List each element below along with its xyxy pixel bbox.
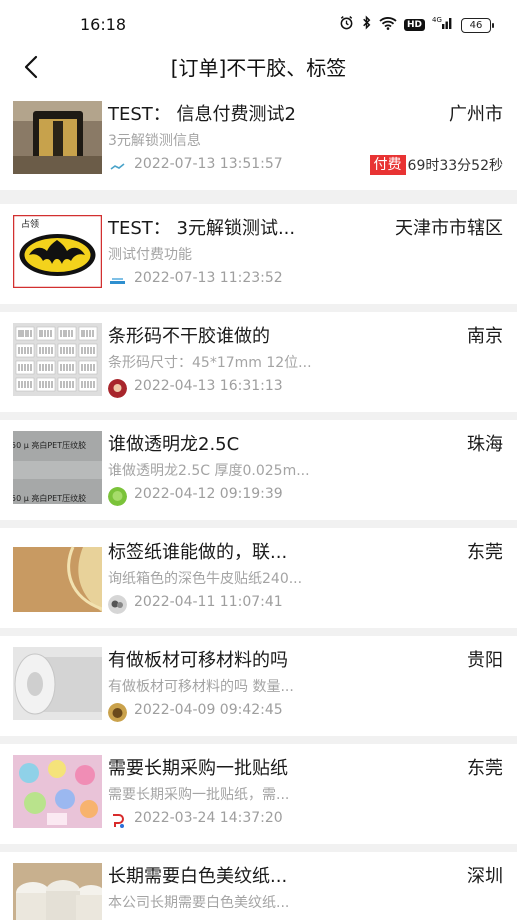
item-description: 谁做透明龙2.5C 厚度0.025m... xyxy=(108,463,310,479)
item-title: TEST： 3元解锁测试... xyxy=(108,218,296,239)
pay-countdown: 69时33分52秒 xyxy=(407,158,503,174)
thumbnail-label: 50 μ 亮白PET压纹胶 xyxy=(13,493,86,503)
pay-status: 付费 69时33分52秒 xyxy=(369,155,503,175)
item-title: 有做板材可移材料的吗 xyxy=(108,650,288,671)
item-title: 长期需要白色美纹纸... xyxy=(108,866,288,887)
item-date: 2022-03-24 14:37:20 xyxy=(134,810,283,826)
item-city: 贵阳 xyxy=(467,650,503,671)
list-item[interactable]: 标签纸谁能做的，联... 东莞 询纸箱色的深色牛皮贴纸240... 2022-0… xyxy=(0,528,517,628)
list-item[interactable]: 长期需要白色美纹纸... 深圳 本公司长期需要白色美纹纸... xyxy=(0,852,517,920)
item-date: 2022-07-13 11:23:52 xyxy=(134,270,283,286)
item-description: 有做板材可移材料的吗 数量... xyxy=(108,679,294,695)
battery-icon: 46 xyxy=(461,17,494,33)
svg-text:4G: 4G xyxy=(432,16,442,24)
signal-icon: 4G xyxy=(432,15,454,35)
thumbnail-label: 占领 xyxy=(21,218,39,230)
item-thumbnail xyxy=(13,863,102,920)
item-title: 需要长期采购一批贴纸 xyxy=(108,758,288,779)
item-title: 谁做透明龙2.5C xyxy=(108,434,240,455)
avatar xyxy=(108,379,127,398)
item-description: 需要长期采购一批贴纸，需... xyxy=(108,787,290,803)
item-description: 测试付费功能 xyxy=(108,247,192,263)
item-thumbnail xyxy=(13,323,102,396)
item-description: 本公司长期需要白色美纹纸... xyxy=(108,895,290,911)
item-date: 2022-04-11 11:07:41 xyxy=(134,594,283,610)
status-time: 16:18 xyxy=(80,15,127,34)
list-item[interactable]: 需要长期采购一批贴纸 东莞 需要长期采购一批贴纸，需... 2022-03-24… xyxy=(0,744,517,844)
list-item[interactable]: TEST： 信息付费测试2 广州市 3元解锁测信息 2022-07-13 13:… xyxy=(0,90,517,190)
item-city: 广州市 xyxy=(449,104,503,125)
item-thumbnail: 50 μ 亮白PET压纹胶 50 μ 亮白PET压纹胶 xyxy=(13,431,102,504)
item-city: 东莞 xyxy=(467,542,503,563)
page-title: [订单]不干胶、标签 xyxy=(170,56,347,80)
item-thumbnail xyxy=(13,647,102,720)
item-description: 条形码尺寸：45*17mm 12位... xyxy=(108,355,312,371)
alarm-icon xyxy=(339,15,354,35)
list-item[interactable]: 50 μ 亮白PET压纹胶 50 μ 亮白PET压纹胶 谁做透明龙2.5C 珠海… xyxy=(0,420,517,520)
item-title: TEST： 信息付费测试2 xyxy=(108,104,296,125)
item-thumbnail xyxy=(13,539,102,612)
item-thumbnail xyxy=(13,755,102,828)
avatar xyxy=(108,811,127,830)
list-item[interactable]: 占领 TEST： 3元解锁测试... 天津市市辖区 测试付费功能 2022-07… xyxy=(0,204,517,304)
thumbnail-label: 50 μ 亮白PET压纹胶 xyxy=(13,440,86,450)
item-thumbnail xyxy=(13,101,102,174)
item-thumbnail: 占领 xyxy=(13,215,102,288)
item-title: 条形码不干胶谁做的 xyxy=(108,326,270,347)
bluetooth-icon xyxy=(361,15,372,35)
item-city: 珠海 xyxy=(467,434,503,455)
item-title: 标签纸谁能做的，联... xyxy=(108,542,288,563)
item-city: 深圳 xyxy=(467,866,503,887)
item-description: 询纸箱色的深色牛皮贴纸240... xyxy=(108,571,303,587)
item-city: 南京 xyxy=(467,326,503,347)
list-item[interactable]: 条形码不干胶谁做的 南京 条形码尺寸：45*17mm 12位... 2022-0… xyxy=(0,312,517,412)
pay-badge: 付费 xyxy=(369,155,406,175)
status-bar: 16:18 HD 4G 46 xyxy=(0,0,517,44)
status-icons: HD 4G 46 xyxy=(339,15,494,35)
item-city: 天津市市辖区 xyxy=(395,218,503,239)
item-date: 2022-04-09 09:42:45 xyxy=(134,702,283,718)
nav-bar: [订单]不干胶、标签 xyxy=(0,44,517,90)
avatar xyxy=(108,595,127,614)
avatar xyxy=(108,487,127,506)
list-item[interactable]: 有做板材可移材料的吗 贵阳 有做板材可移材料的吗 数量... 2022-04-0… xyxy=(0,636,517,736)
item-date: 2022-07-13 13:51:57 xyxy=(134,156,283,172)
item-date: 2022-04-13 16:31:13 xyxy=(134,378,283,394)
battery-level: 46 xyxy=(469,19,483,31)
item-description: 3元解锁测信息 xyxy=(108,133,201,149)
avatar xyxy=(108,271,127,290)
avatar xyxy=(108,703,127,722)
item-date: 2022-04-12 09:19:39 xyxy=(134,486,283,502)
wifi-icon xyxy=(379,16,397,35)
avatar xyxy=(108,157,127,176)
hd-icon: HD xyxy=(403,19,425,31)
item-city: 东莞 xyxy=(467,758,503,779)
